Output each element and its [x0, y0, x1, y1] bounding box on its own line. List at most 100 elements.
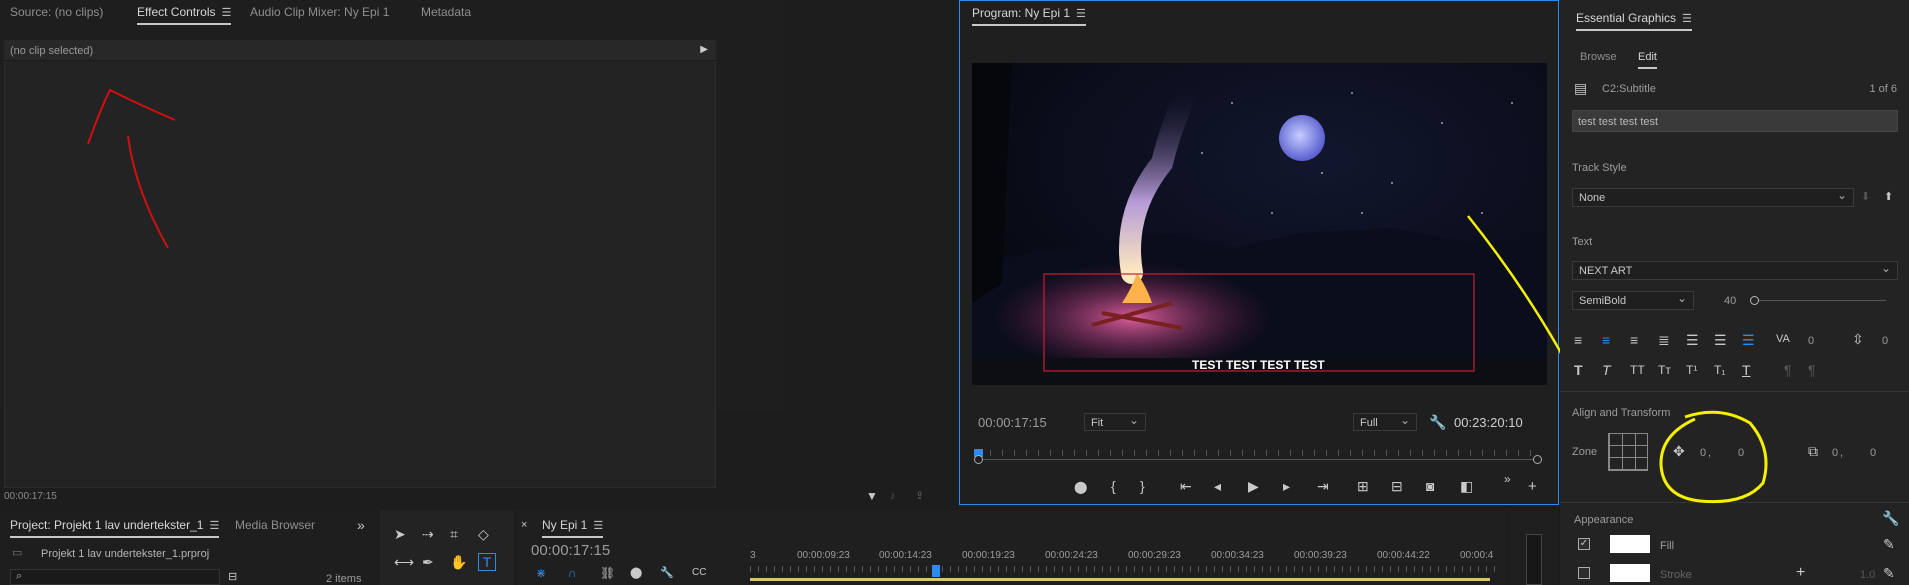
- appearance-wrench-icon[interactable]: 🔧: [1882, 510, 1899, 526]
- fit-dropdown[interactable]: Fit: [1084, 413, 1146, 431]
- export-icon[interactable]: ⇪: [915, 488, 924, 504]
- tab-timeline-sequence[interactable]: Ny Epi 1 ☰: [542, 518, 604, 538]
- tab-edit[interactable]: Edit: [1638, 51, 1657, 69]
- font-size-value[interactable]: 40: [1724, 295, 1736, 307]
- audio-icon[interactable]: ♪: [890, 488, 896, 504]
- align-right-icon[interactable]: ≡: [1630, 332, 1638, 348]
- timeline-current-time[interactable]: 00:00:17:15: [531, 542, 610, 559]
- add-button-icon[interactable]: +: [1528, 479, 1537, 495]
- stroke-width-value[interactable]: 1.0: [1860, 569, 1875, 581]
- tab-audio-clip-mixer[interactable]: Audio Clip Mixer: Ny Epi 1: [250, 5, 389, 19]
- wrench-icon[interactable]: 🔧: [1429, 414, 1446, 430]
- slip-tool-icon[interactable]: ⟷: [394, 554, 414, 570]
- linked-selection-icon[interactable]: ⛓: [600, 565, 615, 581]
- project-menu-icon[interactable]: ☰: [209, 519, 219, 532]
- fill-eyedropper-icon[interactable]: ✎: [1883, 536, 1895, 552]
- font-style-dropdown[interactable]: SemiBold: [1572, 291, 1694, 310]
- add-marker-timeline-icon[interactable]: ⬤: [630, 565, 642, 581]
- all-caps-icon[interactable]: TT: [1630, 362, 1645, 378]
- nest-toggle-icon[interactable]: ⋇: [536, 565, 546, 581]
- step-forward-icon[interactable]: ▸: [1283, 478, 1290, 494]
- tab-project[interactable]: Project: Projekt 1 lav undertekster_1 ☰: [10, 518, 220, 538]
- pen-tool-icon[interactable]: ✒: [422, 554, 434, 570]
- leading-value[interactable]: 0: [1882, 335, 1888, 347]
- more-tabs-icon[interactable]: »: [357, 517, 365, 533]
- razor-tool-icon[interactable]: ◇: [478, 526, 489, 542]
- justify-icon[interactable]: ≣: [1658, 332, 1670, 348]
- out-point-handle[interactable]: [1533, 455, 1542, 464]
- close-tab-icon[interactable]: ×: [521, 517, 527, 533]
- type-tool-icon[interactable]: T: [478, 553, 496, 571]
- align-middle-icon[interactable]: ☰: [1714, 332, 1727, 348]
- lift-icon[interactable]: ⊞: [1357, 478, 1369, 494]
- align-left-icon[interactable]: ≡: [1574, 332, 1582, 348]
- stroke-checkbox[interactable]: [1578, 567, 1590, 579]
- scale-x[interactable]: 0: [1832, 447, 1838, 459]
- sync-style-icon[interactable]: ⬆: [1884, 189, 1893, 205]
- go-to-in-icon[interactable]: ⇤: [1180, 478, 1192, 494]
- panel-menu-icon[interactable]: ☰: [221, 6, 231, 19]
- stroke-eyedropper-icon[interactable]: ✎: [1883, 565, 1895, 581]
- rtl-icon[interactable]: ¶: [1784, 362, 1792, 378]
- timeline-playhead[interactable]: [932, 565, 940, 577]
- track-select-icon[interactable]: ⇢: [422, 526, 434, 542]
- snap-icon[interactable]: ∩: [568, 565, 577, 581]
- underline-icon[interactable]: T: [1742, 362, 1751, 378]
- comparison-view-icon[interactable]: ◧: [1460, 478, 1473, 494]
- program-menu-icon[interactable]: ☰: [1076, 7, 1086, 20]
- stroke-swatch[interactable]: [1610, 564, 1650, 582]
- tab-metadata[interactable]: Metadata: [421, 5, 471, 19]
- kerning-icon[interactable]: VA: [1776, 331, 1790, 347]
- tab-effect-controls[interactable]: Effect Controls ☰: [137, 5, 232, 25]
- subscript-icon[interactable]: T₁: [1714, 362, 1725, 378]
- hand-tool-icon[interactable]: ✋: [450, 554, 467, 570]
- captions-icon[interactable]: CC: [692, 565, 706, 581]
- timeline-ruler[interactable]: 3 00:00:09:23 00:00:14:23 00:00:19:23 00…: [750, 550, 1500, 585]
- leading-icon[interactable]: ⇳: [1852, 331, 1864, 347]
- push-style-icon[interactable]: ⬇: [1861, 189, 1870, 205]
- timeline-settings-icon[interactable]: 🔧: [660, 565, 674, 581]
- font-size-slider-thumb[interactable]: [1750, 296, 1759, 305]
- add-stroke-icon[interactable]: +: [1796, 565, 1805, 581]
- font-size-slider[interactable]: [1750, 296, 1886, 306]
- new-bin-icon[interactable]: ⊟: [228, 569, 237, 585]
- timeline-menu-icon[interactable]: ☰: [593, 519, 603, 532]
- play-icon[interactable]: ▶: [1248, 478, 1259, 494]
- fill-swatch[interactable]: [1610, 535, 1650, 553]
- program-current-time[interactable]: 00:00:17:15: [978, 415, 1047, 430]
- track-style-dropdown[interactable]: None: [1572, 188, 1854, 207]
- faux-bold-icon[interactable]: T: [1574, 362, 1583, 378]
- zone-grid[interactable]: [1608, 433, 1648, 471]
- fill-checkbox[interactable]: ✓: [1578, 538, 1590, 550]
- expand-arrow-icon[interactable]: ▶: [700, 44, 708, 55]
- tab-media-browser[interactable]: Media Browser: [235, 518, 315, 532]
- scale-y[interactable]: 0: [1870, 447, 1876, 459]
- align-bottom-icon[interactable]: ☰: [1742, 332, 1755, 348]
- mark-in-icon[interactable]: {: [1111, 478, 1116, 494]
- camera-icon[interactable]: ◙: [1426, 478, 1434, 494]
- step-back-icon[interactable]: ◂: [1214, 478, 1221, 494]
- add-marker-icon[interactable]: ⬤: [1074, 479, 1087, 495]
- go-to-out-icon[interactable]: ⇥: [1317, 478, 1329, 494]
- project-search-input[interactable]: ⌕: [10, 569, 220, 585]
- align-top-icon[interactable]: ☰: [1686, 332, 1699, 348]
- eg-menu-icon[interactable]: ☰: [1682, 12, 1692, 25]
- ltr-icon[interactable]: ¶: [1808, 362, 1816, 378]
- tab-browse[interactable]: Browse: [1580, 51, 1617, 63]
- tab-source[interactable]: Source: (no clips): [10, 5, 103, 19]
- extract-icon[interactable]: ⊟: [1391, 478, 1403, 494]
- faux-italic-icon[interactable]: T: [1602, 362, 1611, 378]
- more-controls-icon[interactable]: »: [1504, 471, 1511, 487]
- quality-dropdown[interactable]: Full: [1353, 413, 1417, 431]
- small-caps-icon[interactable]: Tт: [1658, 362, 1671, 378]
- kerning-value[interactable]: 0: [1808, 335, 1814, 347]
- subtitle-text-field[interactable]: test test test test: [1572, 110, 1898, 132]
- mark-out-icon[interactable]: }: [1140, 478, 1145, 494]
- subtitle-overlay[interactable]: TEST TEST TEST TEST: [1192, 358, 1325, 372]
- program-scrubber[interactable]: [974, 449, 1542, 465]
- filter-icon[interactable]: ▼: [866, 488, 878, 504]
- font-dropdown[interactable]: NEXT ART: [1572, 261, 1898, 280]
- superscript-icon[interactable]: T¹: [1686, 362, 1697, 378]
- work-area-bar[interactable]: [750, 578, 1490, 581]
- in-point-handle[interactable]: [974, 455, 983, 464]
